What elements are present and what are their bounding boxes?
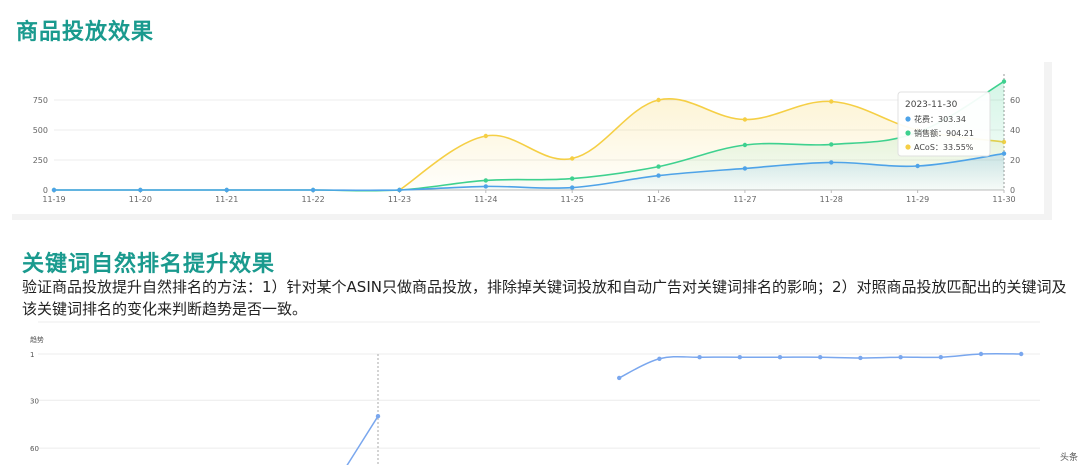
chart-panel-inner: 0 250 500 750 0 20 40 60 11-19 11-20 11-21 11-22 11-…: [12, 62, 1044, 214]
data-point: [915, 163, 920, 169]
tooltip-marker: [905, 144, 911, 150]
rank-data-point: [978, 351, 984, 357]
right-axis-tick-label: 40: [1010, 126, 1020, 135]
x-axis-tick-label: 11-28: [820, 195, 843, 204]
data-point: [742, 166, 748, 171]
x-axis-tick-label: 11-19: [42, 195, 65, 204]
data-point: [829, 160, 834, 165]
data-point: [569, 185, 575, 190]
rank-series-line: [346, 415, 379, 465]
rank-data-point: [657, 356, 662, 361]
section-title-product-ads: 商品投放效果: [16, 20, 155, 45]
tooltip-date: 2023-11-30: [905, 100, 958, 110]
tooltip: 2023-11-30 花费：303.34 销售额：904.21 ACoS：33.55%: [897, 91, 991, 157]
data-point: [483, 178, 489, 183]
x-axis-tick-label: 11-22: [301, 195, 324, 204]
left-axis-tick-label: 750: [33, 96, 48, 105]
x-axis-tick-label: 11-26: [647, 195, 670, 204]
rank-data-point: [777, 354, 783, 360]
data-point: [742, 142, 748, 148]
rank-data-point: [737, 354, 742, 360]
tooltip-row: 花费：303.34: [914, 114, 966, 124]
data-point: [569, 176, 575, 181]
data-point: [829, 99, 834, 104]
left-axis-tick-label: 500: [33, 126, 48, 135]
right-axis-tick-label: 20: [1010, 156, 1020, 165]
data-point: [1001, 151, 1007, 156]
left-axis-tick-label: 250: [33, 156, 48, 165]
y-axis-tick-label: 30: [30, 397, 39, 405]
x-axis-tick-label: 11-24: [474, 195, 497, 204]
tooltip-marker: [905, 116, 911, 122]
data-point: [656, 97, 661, 103]
y-axis-tick-label: 60: [30, 445, 39, 453]
keyword-rank-description: 验证商品投放提升自然排名的方法：1）针对某个ASIN只做商品投放，排除掉关键词投…: [22, 278, 1067, 318]
data-point: [1001, 79, 1007, 84]
rank-data-point: [375, 414, 381, 419]
data-point: [829, 142, 834, 147]
data-point: [397, 187, 402, 193]
data-point: [483, 184, 489, 189]
x-axis-tick-label: 11-23: [388, 195, 411, 204]
data-point: [138, 187, 143, 193]
rank-data-point: [818, 354, 823, 360]
rank-data-point: [858, 355, 863, 361]
rank-data-point: [1019, 351, 1024, 357]
x-axis-tick-label: 11-20: [129, 195, 152, 204]
data-point: [51, 187, 57, 193]
data-point: [656, 173, 661, 178]
right-axis-tick-label: 0: [1010, 186, 1015, 195]
y-axis-tick-label: 1: [30, 351, 34, 359]
x-axis-tick-label: 11-29: [906, 195, 929, 204]
rank-data-point: [617, 375, 622, 381]
x-axis-tick-label: 11-27: [733, 195, 756, 204]
y-axis-label: 趋势: [30, 335, 44, 344]
keyword-rank-trend-chart[interactable]: 趋势 1 30 60: [0, 320, 1080, 465]
product-ads-line-chart[interactable]: 0 250 500 750 0 20 40 60 11-19 11-20 11-21 11-22 11-…: [12, 62, 1044, 214]
watermark-text: 头条: [1059, 453, 1078, 463]
rank-data-point: [697, 354, 702, 360]
section-title-keyword-rank: 关键词自然排名提升效果: [22, 252, 276, 277]
chart-panel-product-ads: 0 250 500 750 0 20 40 60 11-19 11-20 11-21 11-22 11-…: [12, 62, 1052, 220]
data-point: [224, 187, 229, 193]
data-point: [656, 164, 661, 169]
x-axis-tick-label: 11-30: [992, 195, 1015, 204]
tooltip-row: 销售额：904.21: [914, 128, 974, 138]
data-point: [483, 133, 489, 139]
rank-data-point: [898, 354, 903, 360]
tooltip-marker: [905, 130, 911, 136]
x-axis-tick-label: 11-21: [215, 195, 238, 204]
data-point: [742, 117, 748, 122]
rank-data-point: [938, 354, 943, 360]
data-point: [310, 187, 316, 193]
data-point: [569, 156, 575, 161]
tooltip-row: ACoS：33.55%: [914, 143, 974, 152]
right-axis-tick-label: 60: [1010, 96, 1020, 105]
x-axis-tick-label: 11-25: [561, 195, 584, 204]
left-axis-tick-label: 0: [43, 186, 48, 195]
